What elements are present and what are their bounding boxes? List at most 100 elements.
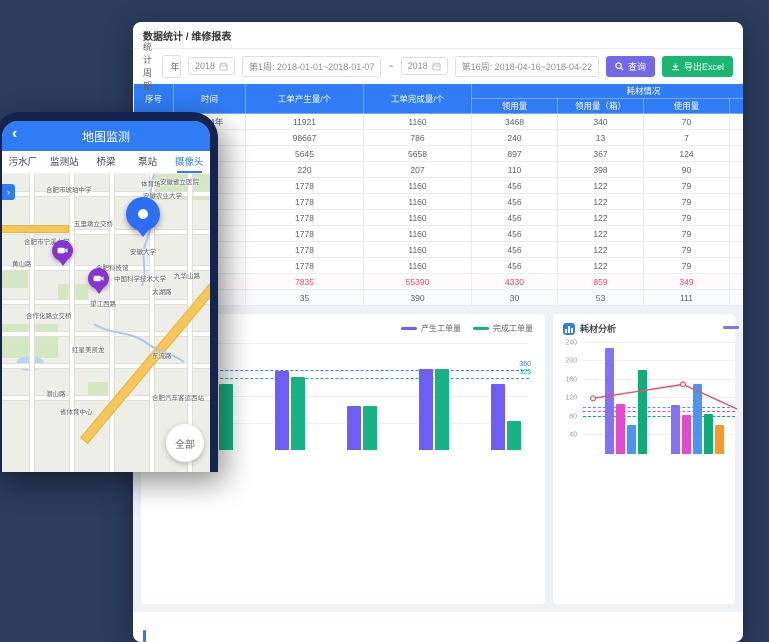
start-year-value: 2018 (195, 61, 215, 71)
map-label: 合肥市琥珀中学 (46, 184, 92, 194)
breadcrumb-accent (143, 630, 146, 642)
table-row: 7177811604561227967 (134, 210, 744, 226)
period-segmented-control[interactable]: 年季月周日 (162, 55, 181, 78)
consumables-chart-plot (583, 338, 735, 454)
table-cell: 859 (558, 274, 644, 290)
phone-tab-摄像头[interactable]: 摄像头 (168, 152, 210, 173)
table-cell: 786 (364, 130, 472, 146)
table-cell: 13 (558, 130, 644, 146)
table-cell: 456 (472, 194, 558, 210)
bar-完成工单量 (219, 384, 233, 450)
camera-marker[interactable] (88, 268, 109, 289)
map-label: 安徽省立医院 (160, 176, 199, 186)
table-cell: 1778 (246, 226, 364, 242)
calendar-icon (219, 62, 228, 71)
legend-item-created[interactable]: 产生工单量 (401, 323, 461, 334)
all-button-label: 全部 (175, 436, 195, 451)
table-cell: 456 (472, 178, 558, 194)
table-row: 9177811604561227967 (134, 242, 744, 258)
phone-tab-监测站[interactable]: 监测站 (44, 152, 86, 173)
map-canvas[interactable]: › 全部 合肥市琥珀中学体育场安徽农业大学安徽省立医院五里墩立交桥合肥市宁溪小学… (2, 174, 210, 472)
phone-tab-泵站[interactable]: 泵站 (127, 152, 169, 173)
table-cell: 67 (730, 178, 744, 194)
map-all-button[interactable]: 全部 (166, 424, 204, 462)
col-header-created: 工单产生量/个 (246, 84, 364, 114)
calendar-icon (432, 62, 441, 71)
table-cell: 390 (364, 290, 472, 306)
dashboard-panel: 数据统计 / 维修报表 统计周期: 年季月周日 2018 第1周: 2018-0… (133, 22, 743, 642)
marker-tail (94, 287, 104, 299)
camera-icon (93, 274, 104, 283)
table-cell: 79 (644, 194, 730, 210)
phone-screen: ‹ 地图监测 污水厂监测站桥梁泵站摄像头 (2, 121, 210, 472)
legend-dash-completed (473, 327, 489, 330)
table-cell: 3468 (472, 114, 558, 130)
legend-dash-created (401, 327, 417, 330)
segment-年[interactable]: 年 (163, 56, 181, 77)
table-cell: 690 (730, 130, 744, 146)
map-label: 安徽大学 (130, 246, 156, 256)
table-cell: 122 (558, 210, 644, 226)
legend-item-completed[interactable]: 完成工单量 (473, 323, 533, 334)
phone-tab-桥梁[interactable]: 桥梁 (85, 152, 127, 173)
period-label: 统计周期: (143, 40, 155, 92)
pin-tail (136, 228, 150, 244)
table-cell: 53 (558, 290, 644, 306)
start-week-input[interactable]: 第1周: 2018-01-01~2018-01-07 (242, 56, 381, 77)
legend-label-completed: 完成工单量 (493, 323, 533, 334)
table-cell: 67 (730, 194, 744, 210)
export-label: 导出Excel (684, 60, 724, 73)
map-label: 体育场 (141, 178, 161, 188)
map-label: 中国科学技术大学 (114, 273, 166, 283)
download-icon (671, 62, 680, 71)
query-label: 查询 (628, 60, 646, 73)
map-label: 合作化路立交桥 (26, 310, 72, 320)
table-cell: 122 (558, 258, 644, 274)
query-button[interactable]: 查询 (606, 56, 655, 77)
col-header-sub1: 领用量 (472, 99, 558, 114)
chevron-right-icon: › (7, 187, 10, 197)
end-year-select[interactable]: 2018 (401, 57, 448, 75)
range-separator: ~ (388, 61, 393, 71)
legend-dash-clipped (723, 326, 739, 329)
map-expand-button[interactable]: › (2, 184, 15, 200)
export-excel-button[interactable]: 导出Excel (662, 56, 733, 77)
table-row: 6177811604561227967 (134, 194, 744, 210)
table-cell: 1160 (364, 194, 472, 210)
table-cell: 79 (644, 242, 730, 258)
phone-tab-污水厂[interactable]: 污水厂 (2, 152, 44, 173)
back-chevron-icon[interactable]: ‹ (12, 125, 17, 143)
bar-完成工单量 (363, 406, 377, 450)
start-year-select[interactable]: 2018 (188, 57, 235, 75)
table-cell: 1160 (364, 242, 472, 258)
selected-location-pin[interactable] (126, 197, 160, 231)
pin-center-dot (138, 209, 148, 219)
camera-marker[interactable] (52, 240, 73, 261)
table-cell: 67 (730, 226, 744, 242)
phone-header: ‹ 地图监测 (2, 121, 210, 151)
table-cell: 456 (472, 210, 558, 226)
table-cell: 70 (644, 114, 730, 130)
map-label: 红星美凯龙 (72, 344, 105, 354)
table-cell: 1160 (364, 258, 472, 274)
table-cell: 398 (558, 162, 644, 178)
total-row: 合计783555390433085934933 (134, 274, 744, 290)
map-label: 东流路 (152, 350, 172, 360)
table-cell: 79 (644, 258, 730, 274)
bar-产生工单量 (275, 371, 289, 451)
table-row: 298667786240137690 (134, 130, 744, 146)
chart-icon (563, 323, 575, 335)
table-cell: 5645 (246, 146, 364, 162)
table-row: 10177811604561227967 (134, 258, 744, 274)
table-cell: 35 (246, 290, 364, 306)
table-cell: 122 (558, 242, 644, 258)
table-cell: 67 (730, 210, 744, 226)
phone-mockup: ‹ 地图监测 污水厂监测站桥梁泵站摄像头 (0, 112, 218, 472)
table-cell: 456 (472, 258, 558, 274)
end-week-input[interactable]: 第16周: 2018-04-16~2018-04-22 (455, 56, 599, 77)
table-cell: 367 (558, 146, 644, 162)
table-cell: 349 (644, 274, 730, 290)
filter-bar: 统计周期: 年季月周日 2018 第1周: 2018-01-01~2018-01… (133, 49, 743, 83)
marker-tail (58, 259, 68, 271)
bar-产生工单量 (491, 384, 505, 450)
